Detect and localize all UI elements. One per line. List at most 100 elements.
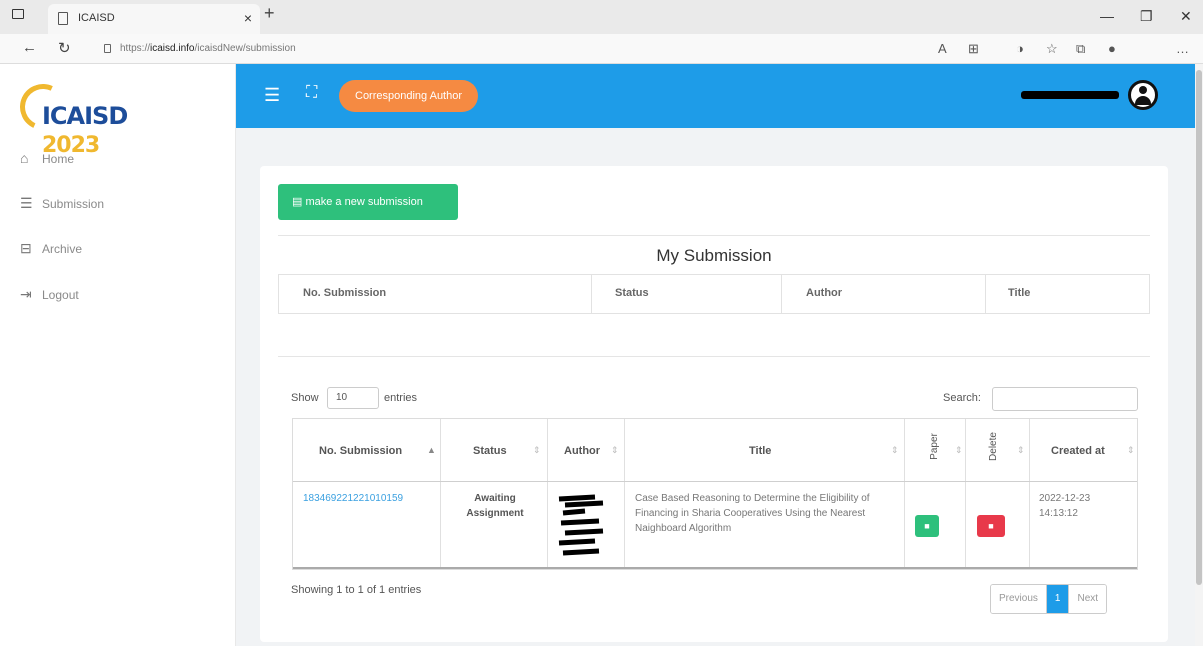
search-label: Search: xyxy=(943,392,981,404)
scrollbar-thumb[interactable] xyxy=(1196,70,1202,585)
sidebar-item-label: Home xyxy=(42,152,75,166)
sidebar-item-label: Submission xyxy=(42,197,105,211)
sidebar: ICAISD 2023 ⌂ Home ☰ Submission ⊟ Archive ⇥… xyxy=(0,64,236,646)
summary-col-author: Author xyxy=(806,287,843,299)
sort-icon[interactable]: ⇕ xyxy=(611,445,619,456)
status-cell: Awaiting Assignment xyxy=(466,493,524,519)
more-icon[interactable]: … xyxy=(1176,41,1189,56)
sort-icon[interactable]: ⇕ xyxy=(955,445,963,456)
role-badge[interactable]: Corresponding Author xyxy=(339,80,479,112)
summary-table: No. Submission Status Author Title xyxy=(278,274,1150,314)
col-divider xyxy=(965,419,966,569)
new-submission-button[interactable]: ▤ make a new submission xyxy=(278,184,458,220)
home-icon: ⌂ xyxy=(20,150,29,166)
list-icon: ☰ xyxy=(20,195,33,211)
url-host: icaisd.info xyxy=(150,43,195,54)
read-aloud-icon[interactable]: A xyxy=(938,41,947,56)
minimize-icon[interactable]: — xyxy=(1100,8,1114,24)
sidebar-item-logout[interactable]: ⇥ Logout xyxy=(20,286,79,303)
page-icon xyxy=(58,12,68,25)
refresh-icon[interactable]: ↻ xyxy=(58,39,71,57)
submission-id-link[interactable]: 183469221221010159 xyxy=(303,491,403,506)
close-tab-icon[interactable]: × xyxy=(244,10,252,26)
col-divider xyxy=(440,419,441,569)
restore-icon[interactable]: ❐ xyxy=(1140,8,1153,25)
col-paper[interactable]: Paper xyxy=(929,433,940,460)
sort-icon[interactable]: ⇕ xyxy=(1127,445,1135,456)
submissions-table: No. Submission ▲ Status ⇕ Author ⇕ Title… xyxy=(292,418,1138,570)
close-window-icon[interactable]: ✕ xyxy=(1180,8,1192,25)
next-page-button[interactable]: Next xyxy=(1068,585,1107,613)
col-divider xyxy=(547,419,548,569)
address-bar: ← ↻ https://icaisd.info/icaisdNew/submis… xyxy=(0,34,1203,64)
new-submission-label: make a new submission xyxy=(305,196,423,208)
show-label: Show xyxy=(291,392,319,404)
table-bottom-border xyxy=(293,567,1137,569)
main-content: ▤ make a new submission My Submission No… xyxy=(236,128,1203,646)
sort-icon[interactable]: ⇕ xyxy=(533,445,541,456)
submission-card: ▤ make a new submission My Submission No… xyxy=(260,166,1168,642)
summary-col-status: Status xyxy=(615,287,649,299)
url-field[interactable]: https://icaisd.info/icaisdNew/submission xyxy=(100,39,920,59)
col-author[interactable]: Author xyxy=(564,445,600,457)
redacted-author xyxy=(558,494,604,556)
col-created-at[interactable]: Created at xyxy=(1051,445,1105,457)
redacted-username xyxy=(1021,91,1119,99)
icaisd-logo[interactable]: ICAISD 2023 xyxy=(13,77,174,158)
col-title[interactable]: Title xyxy=(749,445,771,457)
apps-icon[interactable]: ⊞ xyxy=(968,41,979,57)
top-header: ☰ ⛶ Corresponding Author xyxy=(236,64,1203,128)
user-avatar-icon[interactable] xyxy=(1128,80,1158,110)
col-divider xyxy=(624,419,625,569)
col-divider xyxy=(904,419,905,569)
logout-icon: ⇥ xyxy=(20,286,32,302)
col-delete[interactable]: Delete xyxy=(988,432,999,461)
new-tab-icon[interactable]: + xyxy=(264,3,275,24)
previous-page-button[interactable]: Previous xyxy=(991,585,1047,613)
pagination: Previous 1 Next xyxy=(990,584,1108,614)
sort-icon[interactable]: ⇕ xyxy=(891,445,899,456)
sidebar-item-label: Logout xyxy=(42,288,79,302)
url-path: /icaisdNew/submission xyxy=(194,43,296,54)
col-no-submission[interactable]: No. Submission xyxy=(319,445,402,457)
col-divider xyxy=(1029,419,1030,569)
sidebar-item-submission[interactable]: ☰ Submission xyxy=(20,195,104,212)
page-1-button[interactable]: 1 xyxy=(1046,585,1069,613)
sort-asc-icon[interactable]: ▲ xyxy=(427,445,436,455)
favorites-icon[interactable]: ☆ xyxy=(1046,41,1058,57)
extensions-icon[interactable]: ◑ xyxy=(1016,41,1024,56)
title-cell: Case Based Reasoning to Determine the El… xyxy=(635,493,870,534)
tab-title: ICAISD xyxy=(78,12,115,24)
menu-icon[interactable]: ☰ xyxy=(264,85,280,106)
sidebar-item-label: Archive xyxy=(42,242,83,256)
browser-tab-bar: ICAISD × + — ❐ ✕ xyxy=(0,0,1203,34)
entries-select[interactable]: 10 xyxy=(327,387,379,409)
inbox-icon: ⊟ xyxy=(20,240,32,256)
created-at-cell: 2022-12-23 14:13:12 xyxy=(1039,493,1091,519)
collections-icon[interactable]: ⧉ xyxy=(1076,41,1085,57)
fullscreen-icon[interactable]: ⛶ xyxy=(306,84,317,102)
col-divider xyxy=(985,275,986,313)
paper-button[interactable]: ■ xyxy=(915,515,939,537)
delete-button[interactable]: ■ xyxy=(977,515,1005,537)
divider xyxy=(278,235,1150,236)
sidebar-item-archive[interactable]: ⊟ Archive xyxy=(20,240,82,257)
url-prefix: https:// xyxy=(120,43,151,54)
col-status[interactable]: Status xyxy=(473,445,507,457)
divider xyxy=(278,356,1150,357)
sidebar-item-home[interactable]: ⌂ Home xyxy=(20,150,74,166)
header-divider xyxy=(293,481,1137,482)
search-input[interactable] xyxy=(992,387,1138,411)
col-divider xyxy=(591,275,592,313)
sort-icon[interactable]: ⇕ xyxy=(1017,445,1025,456)
document-icon: ▤ xyxy=(292,196,306,208)
browser-tab[interactable]: ICAISD × xyxy=(48,4,260,34)
col-divider xyxy=(781,275,782,313)
page-scrollbar[interactable] xyxy=(1195,64,1203,646)
summary-col-no: No. Submission xyxy=(303,287,387,299)
back-icon[interactable]: ← xyxy=(22,39,37,56)
summary-col-title: Title xyxy=(1008,287,1031,299)
profile-icon[interactable]: ● xyxy=(1108,41,1116,56)
entries-label: entries xyxy=(384,392,418,404)
tab-actions-icon[interactable] xyxy=(12,9,24,19)
